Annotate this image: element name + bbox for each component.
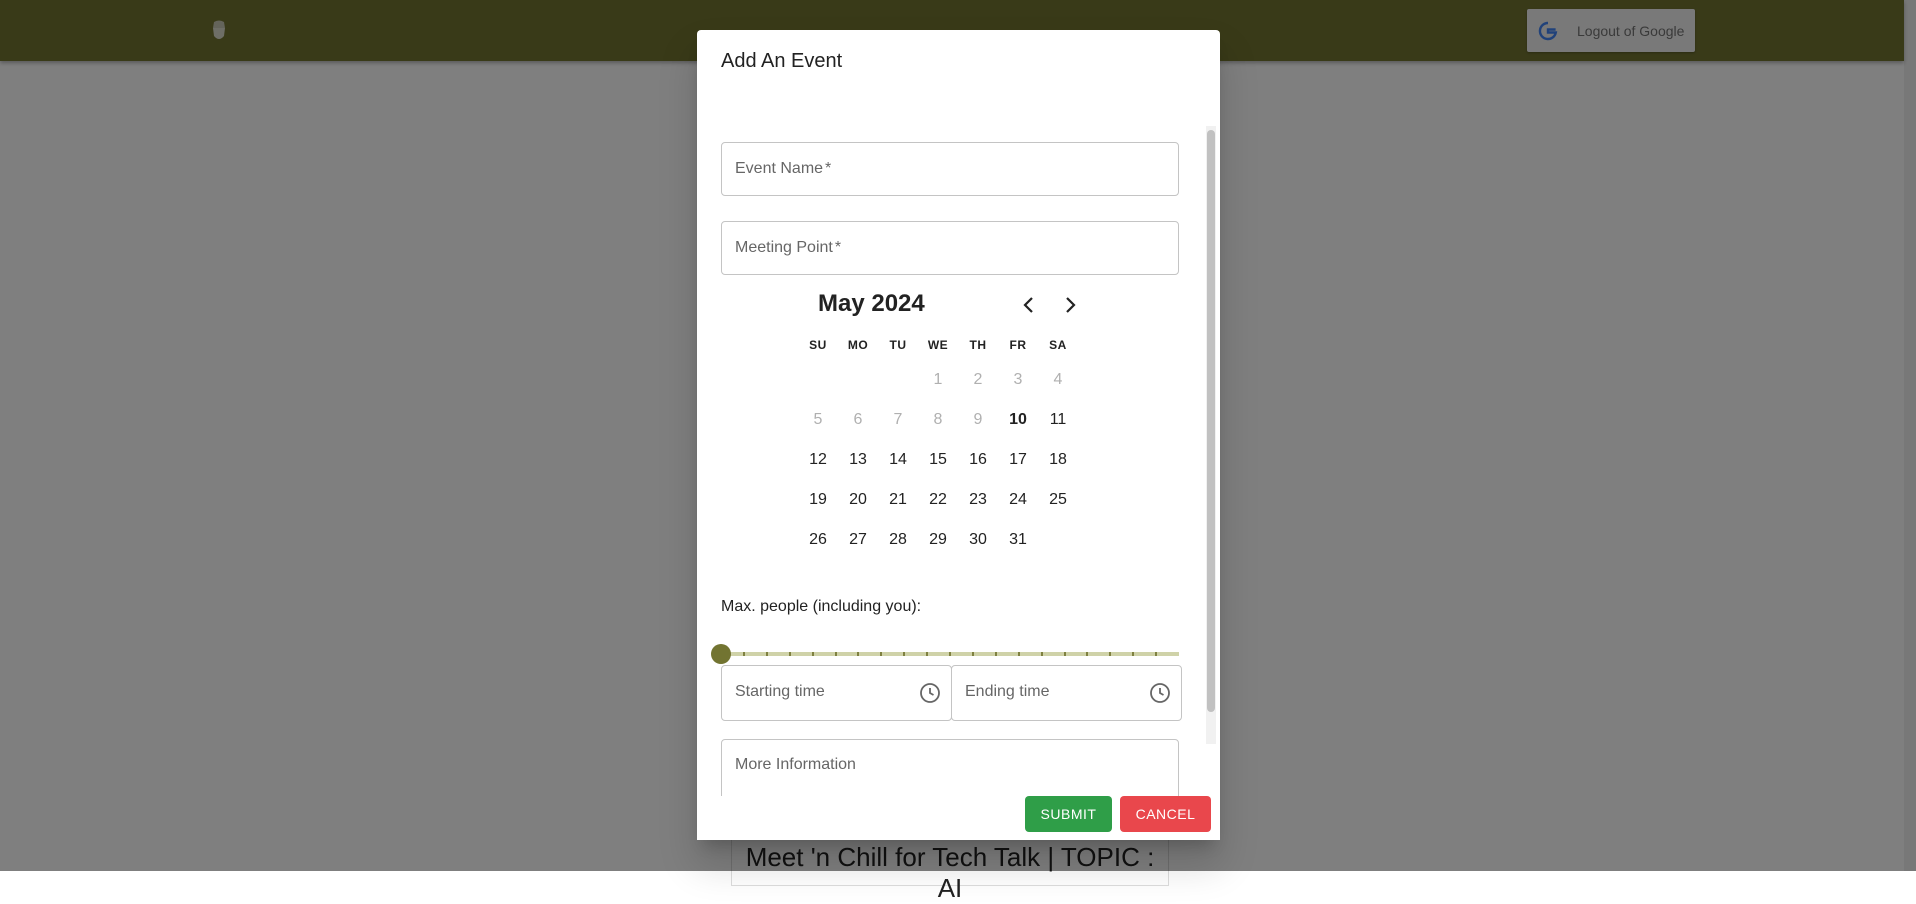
calendar-day: 7: [893, 411, 903, 428]
calendar-day[interactable]: 27: [838, 525, 878, 555]
weekday-label: SU: [809, 338, 827, 352]
calendar-day[interactable]: 21: [878, 485, 918, 515]
slider-tick: [742, 652, 745, 656]
calendar-day[interactable]: 28: [878, 525, 918, 555]
ending-time-placeholder: Ending time: [965, 683, 1050, 700]
slider-tick: [971, 652, 974, 656]
meeting-point-placeholder: Meeting Point *: [735, 239, 842, 256]
slider-thumb[interactable]: [711, 644, 731, 664]
submit-button[interactable]: SUBMIT: [1025, 796, 1112, 832]
calendar-day[interactable]: 17: [998, 445, 1038, 475]
calendar-day[interactable]: 30: [958, 525, 998, 555]
weekday-label: FR: [1009, 338, 1027, 352]
slider-tick: [926, 652, 929, 656]
dialog-content: Event Name * Meeting Point * May 2024 SU MO…: [697, 94, 1220, 818]
event-name-field[interactable]: Event Name *: [721, 142, 1179, 196]
calendar-day: 6: [853, 411, 863, 428]
calendar-day[interactable]: 10: [998, 405, 1038, 435]
calendar-day[interactable]: 20: [838, 485, 878, 515]
calendar-day[interactable]: 14: [878, 445, 918, 475]
starting-time-placeholder: Starting time: [735, 683, 825, 700]
dialog-scrollbar[interactable]: [1206, 126, 1216, 744]
slider-tick: [903, 652, 906, 656]
weekday-label: MO: [847, 338, 869, 352]
calendar-day[interactable]: 23: [958, 485, 998, 515]
calendar-day[interactable]: 12: [798, 445, 838, 475]
calendar-day[interactable]: 13: [838, 445, 878, 475]
slider-tick: [994, 652, 997, 656]
calendar-day[interactable]: 26: [798, 525, 838, 555]
weekday-label: SA: [1049, 338, 1067, 352]
calendar-day: 4: [1053, 371, 1063, 388]
weekday-label: TU: [889, 338, 907, 352]
calendar-day[interactable]: 15: [918, 445, 958, 475]
slider-tick: [788, 652, 791, 656]
calendar-day[interactable]: 18: [1038, 445, 1078, 475]
calendar-day[interactable]: 29: [918, 525, 958, 555]
slider-tick: [834, 652, 837, 656]
calendar-day[interactable]: 25: [1038, 485, 1078, 515]
calendar-day[interactable]: 11: [1038, 405, 1078, 435]
dialog-title: Add An Event: [721, 50, 843, 72]
cancel-button[interactable]: CANCEL: [1120, 796, 1211, 832]
slider-tick: [1040, 652, 1043, 656]
slider-tick: [1017, 652, 1020, 656]
slider-tick: [1063, 652, 1066, 656]
calendar-day: 3: [1013, 371, 1023, 388]
slider-tick: [880, 652, 883, 656]
ending-time-field[interactable]: Ending time: [951, 665, 1182, 721]
meeting-point-field[interactable]: Meeting Point *: [721, 221, 1179, 275]
more-information-placeholder: More Information: [735, 756, 856, 773]
calendar-day[interactable]: 24: [998, 485, 1038, 515]
weekday-label: TH: [969, 338, 987, 352]
calendar-day[interactable]: 19: [798, 485, 838, 515]
starting-time-field[interactable]: Starting time: [721, 665, 952, 721]
slider-tick: [1132, 652, 1135, 656]
clock-icon[interactable]: [919, 682, 941, 704]
calendar-day[interactable]: 16: [958, 445, 998, 475]
calendar-day[interactable]: 31: [998, 525, 1038, 555]
add-event-dialog: Add An Event Event Name * Meeting Point * …: [697, 30, 1220, 840]
calendar-day: 9: [973, 411, 983, 428]
calendar-day: 1: [933, 371, 943, 388]
slider-tick: [1086, 652, 1089, 656]
slider-tick: [949, 652, 951, 656]
chevron-left-icon[interactable]: [1017, 293, 1041, 317]
weekday-label: WE: [927, 338, 949, 352]
slider-tick: [811, 652, 814, 656]
slider-tick: [1109, 652, 1112, 656]
max-people-label: Max. people (including you):: [721, 598, 922, 615]
calendar-day: 8: [933, 411, 943, 428]
dialog-actions: SUBMIT CANCEL: [697, 796, 1220, 840]
chevron-right-icon[interactable]: [1058, 293, 1082, 317]
clock-icon[interactable]: [1149, 682, 1171, 704]
calendar-month-label[interactable]: May 2024: [818, 290, 925, 318]
slider-tick: [765, 652, 768, 656]
calendar-day[interactable]: 22: [918, 485, 958, 515]
max-people-slider[interactable]: [711, 644, 1179, 664]
calendar-day: 5: [813, 411, 823, 428]
calendar-day: 2: [973, 371, 983, 388]
event-name-placeholder: Event Name *: [735, 160, 832, 177]
slider-tick: [857, 652, 860, 656]
calendar-header: May 2024: [697, 290, 1220, 326]
dialog-scrollbar-thumb[interactable]: [1207, 130, 1215, 712]
slider-tick: [1155, 652, 1158, 656]
